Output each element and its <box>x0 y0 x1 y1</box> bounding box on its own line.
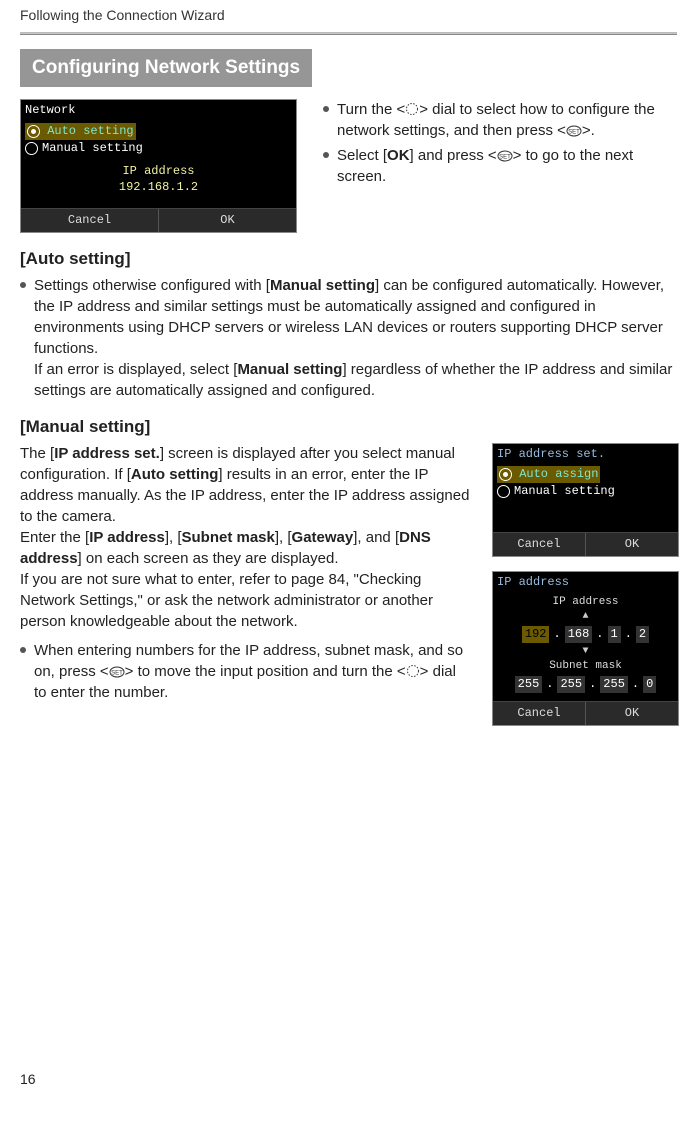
shot1-ok: OK <box>158 209 296 232</box>
shot3-ok: OK <box>585 702 678 725</box>
mp2f: Gateway <box>292 529 354 546</box>
manual-heading: [Manual setting] <box>20 415 677 439</box>
svg-text:SET: SET <box>568 130 580 136</box>
header-divider <box>20 32 677 35</box>
shot1-line2: 192.168.1.2 <box>25 179 292 196</box>
screenshot-ip-entry: IP address IP address ▲ 192. 168. 1. 2 ▼… <box>492 571 679 726</box>
tb2-b: OK <box>387 147 410 164</box>
shot2-option-auto: Auto assign <box>497 466 600 483</box>
shot3-title: IP address <box>493 572 678 593</box>
shot3-m1: 255 <box>515 676 543 693</box>
bullet-icon <box>323 106 329 112</box>
shot2-opt2-label: Manual setting <box>514 483 615 500</box>
shot3-m2: 255 <box>557 676 585 693</box>
bullet-icon <box>20 282 26 288</box>
shot3-m3: 255 <box>600 676 628 693</box>
shot2-cancel: Cancel <box>493 533 585 556</box>
svg-text:SET: SET <box>499 155 511 161</box>
mp2b: IP address <box>89 529 165 546</box>
running-header: Following the Connection Wizard <box>20 0 677 26</box>
manual-bullet-1: When entering numbers for the IP address… <box>20 640 472 703</box>
mp2e: ], [ <box>275 529 292 546</box>
set-icon: SET <box>497 150 513 162</box>
shot2-title: IP address set. <box>493 444 678 465</box>
shot1-cancel: Cancel <box>21 209 158 232</box>
shot3-cancel: Cancel <box>493 702 585 725</box>
auto-p1a: Settings otherwise configured with [ <box>34 277 270 294</box>
shot1-opt2-label: Manual setting <box>42 140 143 157</box>
screenshot-network: Network Auto setting Manual setting IP a… <box>20 99 297 233</box>
auto-heading: [Auto setting] <box>20 247 677 271</box>
section-title: Configuring Network Settings <box>20 49 312 88</box>
shot3-m4: 0 <box>643 676 656 693</box>
down-arrow-icon: ▼ <box>582 645 588 659</box>
mp2g: ], and [ <box>353 529 399 546</box>
shot3-ip3: 1 <box>608 626 621 643</box>
shot3-ip4: 2 <box>636 626 649 643</box>
manual-p2: Enter the [IP address], [Subnet mask], [… <box>20 527 472 569</box>
auto-p1b: Manual setting <box>270 277 375 294</box>
shot1-option-auto: Auto setting <box>25 123 136 140</box>
radio-selected-icon <box>499 468 512 481</box>
top-bullet-1: Turn the <> dial to select how to config… <box>323 99 677 141</box>
set-icon: SET <box>109 666 125 678</box>
dial-icon <box>405 102 419 116</box>
auto-p2a: If an error is displayed, select [ <box>34 361 237 378</box>
radio-selected-icon <box>27 125 40 138</box>
shot3-ip-row: 192. 168. 1. 2 <box>497 624 674 645</box>
radio-unselected-icon <box>25 142 38 155</box>
page-number: 16 <box>20 1070 36 1090</box>
manual-p1: The [IP address set.] screen is displaye… <box>20 443 472 527</box>
up-arrow-icon: ▲ <box>582 610 588 624</box>
mp2c: ], [ <box>165 529 182 546</box>
dial-icon <box>406 664 420 678</box>
set-icon: SET <box>566 125 582 137</box>
top-bullet-2: Select [OK] and press <SET> to go to the… <box>323 145 677 187</box>
shot1-option-manual: Manual setting <box>25 140 292 157</box>
tb2-a: Select [ <box>337 147 387 164</box>
shot2-ok: OK <box>585 533 678 556</box>
mb1b: > to move the input position and turn th… <box>125 663 406 680</box>
bullet-icon <box>323 152 329 158</box>
shot3-ip1: 192 <box>522 626 550 643</box>
screenshot-ip-address-set: IP address set. Auto assign Manual setti… <box>492 443 679 557</box>
shot3-mask-row: 255. 255. 255. 0 <box>497 674 674 695</box>
shot2-opt1-label: Auto assign <box>519 467 598 481</box>
shot1-opt1-label: Auto setting <box>47 124 133 138</box>
tb1-a: Turn the < <box>337 101 405 118</box>
tb1-c: >. <box>582 122 595 139</box>
shot3-ip-label: IP address <box>497 595 674 610</box>
bullet-icon <box>20 647 26 653</box>
mp2i: ] on each screen as they are displayed. <box>78 550 339 567</box>
mp1d: Auto setting <box>131 466 219 483</box>
radio-unselected-icon <box>497 485 510 498</box>
tb2-c: ] and press < <box>410 147 497 164</box>
mp1b: IP address set. <box>54 445 160 462</box>
mp2d: Subnet mask <box>182 529 275 546</box>
shot1-line1: IP address <box>25 163 292 180</box>
auto-bullet: Settings otherwise configured with [Manu… <box>20 275 677 401</box>
mp2a: Enter the [ <box>20 529 89 546</box>
manual-p3: If you are not sure what to enter, refer… <box>20 569 472 632</box>
shot1-title: Network <box>21 100 296 121</box>
auto-p2b: Manual setting <box>237 361 342 378</box>
svg-text:SET: SET <box>111 670 123 676</box>
shot3-ip2: 168 <box>565 626 593 643</box>
shot3-mask-label: Subnet mask <box>497 659 674 674</box>
shot2-option-manual: Manual setting <box>497 483 674 500</box>
mp1a: The [ <box>20 445 54 462</box>
